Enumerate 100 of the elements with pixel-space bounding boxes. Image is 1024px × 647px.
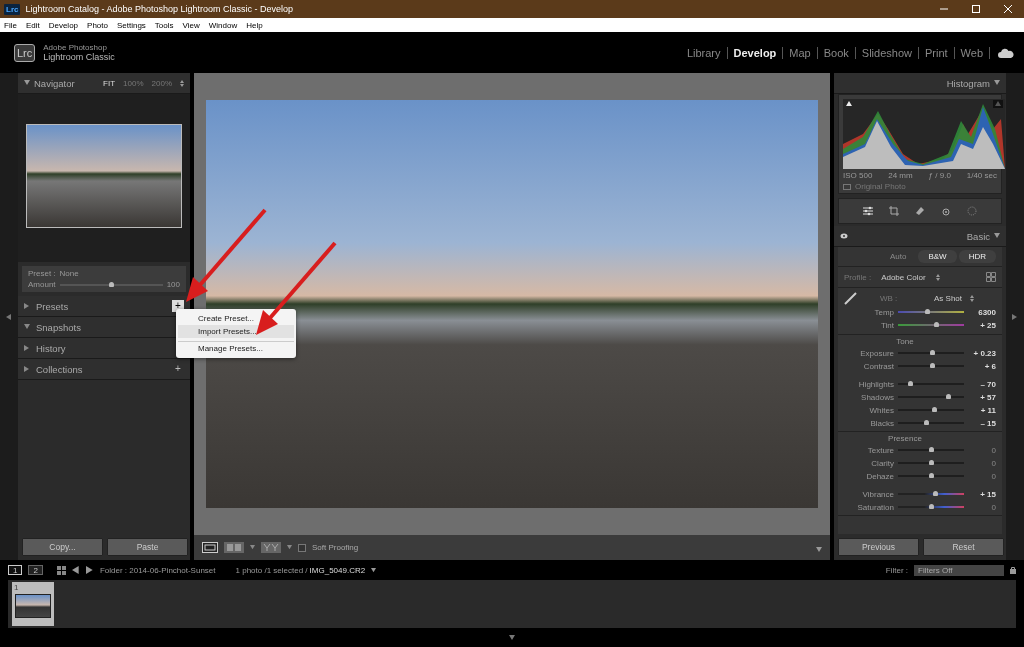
checkbox[interactable] [298,543,306,552]
stepper-icon [970,294,974,302]
module-tab[interactable]: Web [954,46,990,59]
module-tab[interactable]: Print [918,46,955,59]
panel-button[interactable]: Copy... [22,538,103,556]
module-tab[interactable]: Slideshow [855,46,919,59]
slider-label: Texture [866,445,894,455]
wb-label: WB : [880,293,898,303]
slider-value: + 57 [979,392,996,402]
slider-thumb[interactable] [934,322,940,327]
file-name[interactable]: IMG_5049.CR2 [309,565,366,575]
menu-item[interactable]: Photo [87,20,108,30]
add-button[interactable]: + [172,363,184,375]
exif-reading: ƒ / 9.0 [928,171,951,180]
slider-thumb[interactable] [931,407,937,412]
slider-label: Highlights [857,379,894,389]
folder-path: Folder : 2014-06-Pinchot-Sunset [99,565,216,575]
triangle-icon [24,323,30,330]
minimize-icon[interactable] [940,5,948,13]
treatment-button[interactable]: HDR [958,250,996,263]
module-tab[interactable]: Develop [727,46,784,59]
slider-thumb[interactable] [930,363,936,368]
profile-value[interactable]: Adobe Color [881,272,926,282]
monitor-button[interactable]: 1 [8,565,23,575]
panel-title[interactable]: Snapshots [36,321,81,333]
slider-thumb[interactable] [908,381,914,386]
circle-dot-icon[interactable] [941,206,951,216]
slider-thumb[interactable] [945,394,951,399]
crop-icon[interactable] [889,206,899,216]
checkbox[interactable] [843,183,851,190]
filter-dropdown[interactable]: Filters Off [914,564,1004,576]
panel-title[interactable]: History [36,342,66,354]
wb-value[interactable]: As Shot [934,293,962,303]
slider-value: + 6 [983,361,996,371]
treatment-button[interactable]: B&W [918,250,957,263]
toolbar-menu-icon [816,546,822,553]
module-tab[interactable]: Library [680,46,728,59]
cloud-icon[interactable] [998,47,1014,58]
menu-item[interactable]: Create Preset... [178,312,294,325]
maximize-icon[interactable] [972,5,980,13]
menu-item[interactable]: Tools [154,20,174,30]
photo-placeholder [15,594,51,618]
loupe-view-icon[interactable] [202,542,218,553]
thumbnail-number: 1 [14,583,20,592]
menu-item[interactable]: Edit [25,20,40,30]
preset-value: None [59,269,79,278]
collapse-icon [994,233,1000,239]
slider-thumb[interactable] [108,281,114,287]
panel-title: Histogram [946,77,990,89]
panel-title: Basic [966,230,990,242]
panel-button[interactable]: Reset [923,538,1004,556]
slider-thumb[interactable] [929,460,935,465]
menu-item[interactable]: Develop [48,20,79,30]
panel-button[interactable]: Paste [107,538,188,556]
slider-thumb[interactable] [929,447,935,452]
panel-title[interactable]: Presets [36,300,69,312]
panel-title[interactable]: Collections [36,363,83,375]
filmstrip-thumbnail[interactable]: 1 [12,582,54,626]
slider-label: Whites [868,405,894,415]
triangle-icon [24,344,30,351]
panel-button[interactable]: Previous [838,538,919,556]
eye-icon[interactable] [840,233,848,239]
slider-label: Blacks [869,418,894,428]
app-logo: Lrc [4,3,21,15]
slider-label: Exposure [859,348,894,358]
module-tab[interactable]: Map [783,46,818,59]
slider-value: + 0.23 [972,348,996,358]
menu-item[interactable]: Window [208,20,238,30]
menu-item[interactable]: View [182,20,200,30]
dropdown-icon [287,545,292,550]
menu-item[interactable]: Settings [116,20,146,30]
slider-label: Vibrance [861,489,894,499]
slider-thumb[interactable] [929,504,935,509]
slider-thumb[interactable] [923,420,929,425]
sliders-icon[interactable] [863,206,873,216]
triangle-icon [24,302,30,309]
menu-item[interactable]: File [4,20,17,30]
lock-icon[interactable] [1010,566,1016,574]
zoom-option[interactable]: FIT [103,78,116,88]
add-button[interactable]: + [172,300,184,312]
slider-thumb[interactable] [929,473,935,478]
collapse-icon [994,80,1000,86]
module-tab[interactable]: Book [817,46,856,59]
menu-item[interactable]: Import Presets... [178,325,294,338]
slider-thumb[interactable] [933,491,939,496]
close-icon[interactable] [1004,5,1012,13]
panel-title: Navigator [34,77,75,89]
amount-value: 100 [166,280,180,289]
slider-thumb[interactable] [930,350,936,355]
monitor-button[interactable]: 2 [28,565,43,575]
dropdown-icon [371,567,377,573]
menu-item[interactable]: Help [246,20,263,30]
menu-item[interactable]: Manage Presets... [178,341,294,355]
slider-thumb[interactable] [925,309,931,314]
eraser-icon[interactable] [915,206,925,216]
expanded-icon[interactable] [24,323,32,331]
slider-label: Saturation [856,502,894,512]
grid-icon[interactable] [986,272,996,282]
collapse-right-icon [1012,313,1018,320]
grid-view-icon[interactable] [56,565,66,575]
